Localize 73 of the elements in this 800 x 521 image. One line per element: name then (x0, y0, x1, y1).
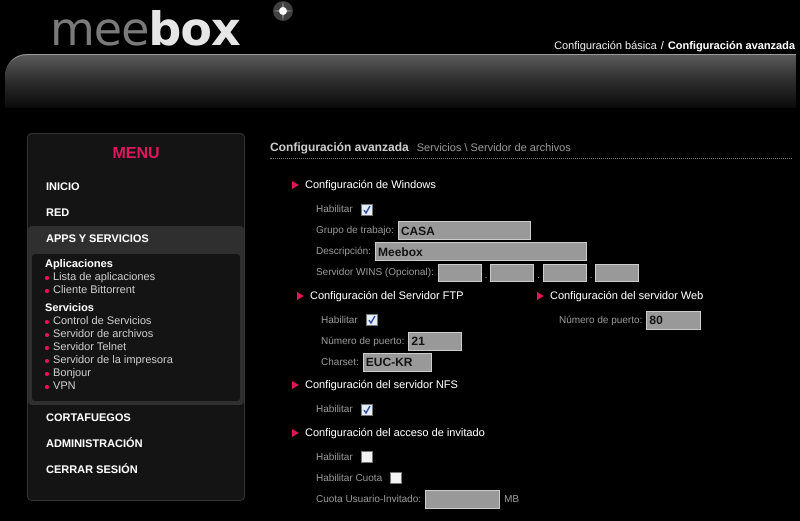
menu-item[interactable]: APPS Y SERVICIOS (28, 226, 244, 253)
bullet-icon (45, 372, 49, 376)
bullet-icon (45, 288, 49, 292)
field-label: Charset: (321, 356, 359, 370)
field-label: Habilitar (316, 450, 353, 464)
submenu-link[interactable]: Control de Servicios (53, 315, 152, 328)
section-title: Configuración del servidor Web (550, 288, 704, 304)
sparkle-icon (272, 0, 294, 22)
arrow-icon (297, 292, 304, 300)
field-label: Servidor WINS (Opcional): (316, 266, 434, 280)
bullet-icon (45, 358, 49, 362)
ip-dot: . (590, 269, 592, 282)
field-label: Habilitar (316, 203, 353, 217)
section-title: Configuración del acceso de invitado (305, 426, 485, 440)
ip-dot: . (484, 269, 488, 282)
checkbox[interactable] (360, 204, 373, 216)
input-field[interactable]: 21 (408, 332, 462, 350)
checkbox[interactable] (360, 404, 373, 416)
field-label: Número de puerto: (559, 314, 642, 328)
submenu-link[interactable]: Bonjour (53, 367, 91, 380)
submenu-link[interactable]: Servidor de la impresora (53, 354, 173, 367)
submenu-link[interactable]: Servidor de archivos (53, 328, 154, 341)
field-label: Habilitar (321, 314, 358, 328)
arrow-icon (292, 181, 299, 190)
bullet-icon (45, 384, 49, 388)
field-label: Descripción: (316, 245, 372, 259)
input-field[interactable]: CASA (398, 221, 531, 240)
bullet-icon (45, 276, 49, 280)
checkbox[interactable] (366, 314, 378, 326)
input-field[interactable] (425, 490, 500, 508)
field-label: Grupo de trabajo: (316, 224, 394, 238)
input-field[interactable]: Meebox (375, 242, 588, 261)
separator: / (660, 39, 664, 54)
submenu-link[interactable]: Servidor Telnet (53, 341, 126, 354)
checkbox[interactable] (390, 472, 402, 484)
menu-item[interactable]: ADMINISTRACIÓN (28, 431, 244, 457)
submenu-link[interactable]: Lista de aplicaciones (53, 271, 156, 284)
unit-label: MB (504, 492, 520, 506)
submenu-link[interactable]: VPN (53, 380, 76, 393)
bullet-icon (45, 320, 49, 324)
field-label: Habilitar Cuota (316, 472, 382, 486)
field-label: Cuota Usuario-Invitado: (316, 492, 422, 506)
page-title: Configuración avanzada (270, 139, 409, 156)
arrow-icon (537, 292, 544, 300)
menu-item[interactable]: CORTAFUEGOS (28, 405, 244, 431)
field-label: Habilitar (316, 403, 353, 417)
ip-octet-field[interactable] (595, 264, 640, 282)
field-label: Número de puerto: (321, 334, 404, 348)
menu-item[interactable]: RED (28, 200, 244, 226)
config-link[interactable]: Configuración avanzada (668, 38, 795, 54)
submenu-heading: Aplicaciones (45, 258, 114, 271)
ip-octet-field[interactable] (542, 264, 587, 282)
checkbox[interactable] (360, 451, 373, 463)
menu-item[interactable]: INICIO (28, 174, 244, 200)
ip-dot: . (537, 269, 540, 282)
ip-octet-field[interactable] (490, 264, 534, 282)
section-title: Configuración del Servidor FTP (310, 288, 464, 304)
ip-octet-field[interactable] (438, 264, 482, 282)
section-title: Configuración de Windows (305, 178, 436, 193)
meebox-logo: meebox (50, 6, 240, 52)
bullet-icon (45, 346, 49, 350)
input-field[interactable]: 80 (646, 310, 702, 330)
menu-item[interactable]: CERRAR SESIÓN (28, 457, 244, 483)
arrow-icon (292, 428, 299, 437)
section-title: Configuración del servidor NFS (305, 378, 458, 393)
menu-title: MENU (111, 144, 161, 164)
breadcrumb: Servicios \ Servidor de archivos (416, 141, 571, 156)
submenu-link[interactable]: Cliente Bittorrent (53, 284, 135, 297)
input-field[interactable]: EUC-KR (362, 352, 432, 372)
arrow-icon (292, 381, 299, 390)
submenu-heading: Servicios (45, 302, 95, 315)
config-link[interactable]: Configuración básica (554, 38, 657, 54)
bullet-icon (45, 332, 49, 336)
